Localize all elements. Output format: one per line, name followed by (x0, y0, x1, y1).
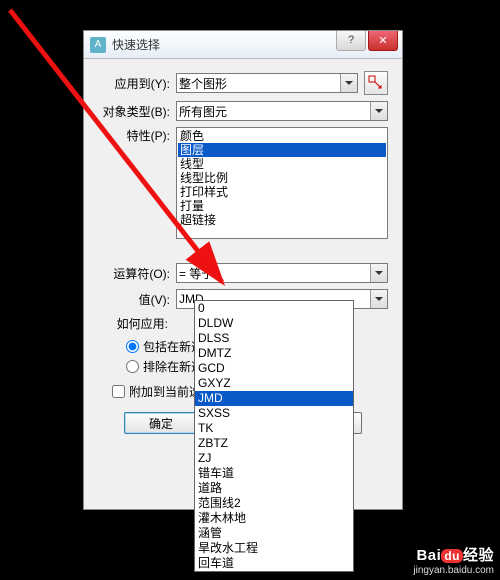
dropdown-option[interactable]: 0 (195, 301, 353, 316)
property-item[interactable]: 线型 (178, 157, 386, 171)
apply-to-label: 应用到(Y): (98, 75, 176, 92)
chevron-down-icon (370, 264, 387, 282)
dropdown-option[interactable]: ZJ (195, 451, 353, 466)
property-item[interactable]: 超链接 (178, 213, 386, 227)
include-radio[interactable] (126, 340, 139, 353)
dropdown-option[interactable]: SXSS (195, 406, 353, 421)
dropdown-option[interactable]: 灌木林地 (195, 511, 353, 526)
dropdown-option[interactable]: DLSS (195, 331, 353, 346)
watermark: Baidu经验 jingyan.baidu.com (413, 544, 494, 576)
apply-to-combo[interactable]: 整个图形 (176, 73, 358, 93)
apply-to-value: 整个图形 (179, 75, 227, 92)
property-item[interactable]: 图层 (178, 143, 386, 157)
dropdown-option[interactable]: 回车道 (195, 556, 353, 571)
properties-label: 特性(P): (98, 127, 176, 144)
dropdown-option[interactable]: 道路 (195, 481, 353, 496)
dropdown-option[interactable]: DLDW (195, 316, 353, 331)
property-item[interactable]: 打印样式 (178, 185, 386, 199)
operator-value: = 等于 (179, 265, 213, 282)
dropdown-option[interactable]: ZBTZ (195, 436, 353, 451)
chevron-down-icon (340, 74, 357, 92)
operator-combo[interactable]: = 等于 (176, 263, 388, 283)
dropdown-option[interactable]: GCD (195, 361, 353, 376)
property-item[interactable]: 线型比例 (178, 171, 386, 185)
dropdown-option[interactable]: 范围线2 (195, 496, 353, 511)
property-item[interactable]: 颜色 (178, 129, 386, 143)
object-type-combo[interactable]: 所有图元 (176, 101, 388, 121)
chevron-down-icon (370, 290, 387, 308)
dropdown-option[interactable]: 错车道 (195, 466, 353, 481)
dropdown-option[interactable]: DMTZ (195, 346, 353, 361)
value-label: 值(V): (98, 291, 176, 308)
operator-label: 运算符(O): (98, 265, 176, 282)
chevron-down-icon (370, 102, 387, 120)
dialog-title: 快速选择 (112, 36, 336, 53)
brand-post: 经验 (463, 547, 494, 564)
dropdown-option[interactable]: TK (195, 421, 353, 436)
value-dropdown-popup[interactable]: 0DLDWDLSSDMTZGCDGXYZJMDSXSSTKZBTZZJ错车道道路… (194, 300, 354, 572)
watermark-url: jingyan.baidu.com (413, 565, 494, 576)
dropdown-option[interactable]: GXYZ (195, 376, 353, 391)
object-type-value: 所有图元 (179, 103, 227, 120)
select-objects-button[interactable] (364, 71, 388, 95)
exclude-radio[interactable] (126, 360, 139, 373)
dropdown-option[interactable]: 旱改水工程 (195, 541, 353, 556)
titlebar[interactable]: A 快速选择 ? ✕ (84, 31, 402, 59)
append-checkbox[interactable] (112, 385, 125, 398)
brand-badge: du (441, 549, 463, 563)
help-button[interactable]: ? (336, 31, 366, 51)
dropdown-option[interactable]: 涵管 (195, 526, 353, 541)
property-item[interactable]: 打量 (178, 199, 386, 213)
select-icon (368, 75, 384, 91)
dropdown-option[interactable]: JMD (195, 391, 353, 406)
app-icon: A (90, 37, 106, 53)
brand-pre: Bai (416, 547, 441, 564)
object-type-label: 对象类型(B): (98, 103, 176, 120)
properties-listbox[interactable]: 颜色图层线型线型比例打印样式打量超链接 (176, 127, 388, 239)
ok-button[interactable]: 确定 (124, 412, 198, 434)
close-button[interactable]: ✕ (368, 31, 398, 51)
how-apply-label: 如何应用: (98, 315, 174, 332)
